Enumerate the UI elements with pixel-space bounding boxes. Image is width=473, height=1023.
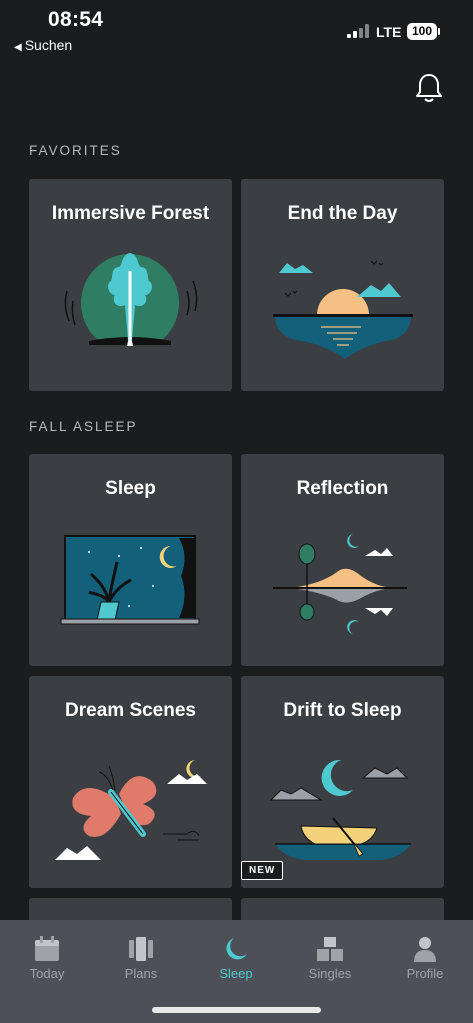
network-type: LTE xyxy=(376,24,402,40)
section-title-favorites: FAVORITES xyxy=(29,143,122,158)
sunset-illustration xyxy=(273,260,413,359)
card-title: Dream Scenes xyxy=(65,700,196,721)
back-label: Suchen xyxy=(24,37,73,53)
tab-label: Plans xyxy=(124,966,158,981)
card-immersive-forest[interactable]: Immersive Forest xyxy=(29,179,232,391)
card-title: Sleep xyxy=(105,478,156,499)
card-reflection[interactable]: Reflection xyxy=(241,454,444,666)
signal-icon xyxy=(347,24,369,38)
plans-icon xyxy=(129,937,153,961)
moon-icon xyxy=(226,938,247,960)
battery-tip xyxy=(438,28,440,35)
tab-today[interactable]: Today xyxy=(7,934,87,981)
status-time: 08:54 xyxy=(48,8,104,31)
butterfly-illustration xyxy=(55,760,207,860)
card-end-the-day[interactable]: End the Day xyxy=(241,179,444,391)
card-title: Immersive Forest xyxy=(51,203,210,224)
tab-singles[interactable]: Singles xyxy=(290,934,370,981)
status-bar: 08:54 ◀ Suchen LTE 100 xyxy=(0,0,473,60)
card-title: Drift to Sleep xyxy=(283,700,402,721)
tab-label: Sleep xyxy=(219,966,253,981)
tab-plans[interactable]: Plans xyxy=(101,934,181,981)
person-icon xyxy=(414,937,436,962)
battery-icon: 100 xyxy=(407,23,437,40)
blocks-icon xyxy=(317,937,343,961)
back-triangle-icon: ◀ xyxy=(14,42,22,53)
tab-sleep[interactable]: Sleep xyxy=(196,934,276,981)
calendar-icon xyxy=(35,936,59,961)
card-drift-to-sleep[interactable]: Drift to Sleep NEW xyxy=(241,676,444,888)
back-to-search-link[interactable]: ◀ Suchen xyxy=(14,37,72,53)
tab-label: Today xyxy=(29,966,65,981)
reflection-illustration xyxy=(273,534,407,634)
card-title: Reflection xyxy=(296,478,389,499)
card-dream-scenes[interactable]: Dream Scenes xyxy=(29,676,232,888)
window-night-illustration xyxy=(60,535,200,625)
card-sleep[interactable]: Sleep xyxy=(29,454,232,666)
home-indicator[interactable] xyxy=(152,1007,321,1013)
tab-profile[interactable]: Profile xyxy=(385,934,465,981)
new-badge: NEW xyxy=(241,861,284,880)
forest-illustration xyxy=(64,253,198,355)
tab-label: Singles xyxy=(308,966,352,981)
card-title: End the Day xyxy=(287,203,398,224)
tab-label: Profile xyxy=(406,966,444,981)
bell-icon[interactable] xyxy=(414,72,444,104)
section-title-fall-asleep: FALL ASLEEP xyxy=(29,419,138,434)
